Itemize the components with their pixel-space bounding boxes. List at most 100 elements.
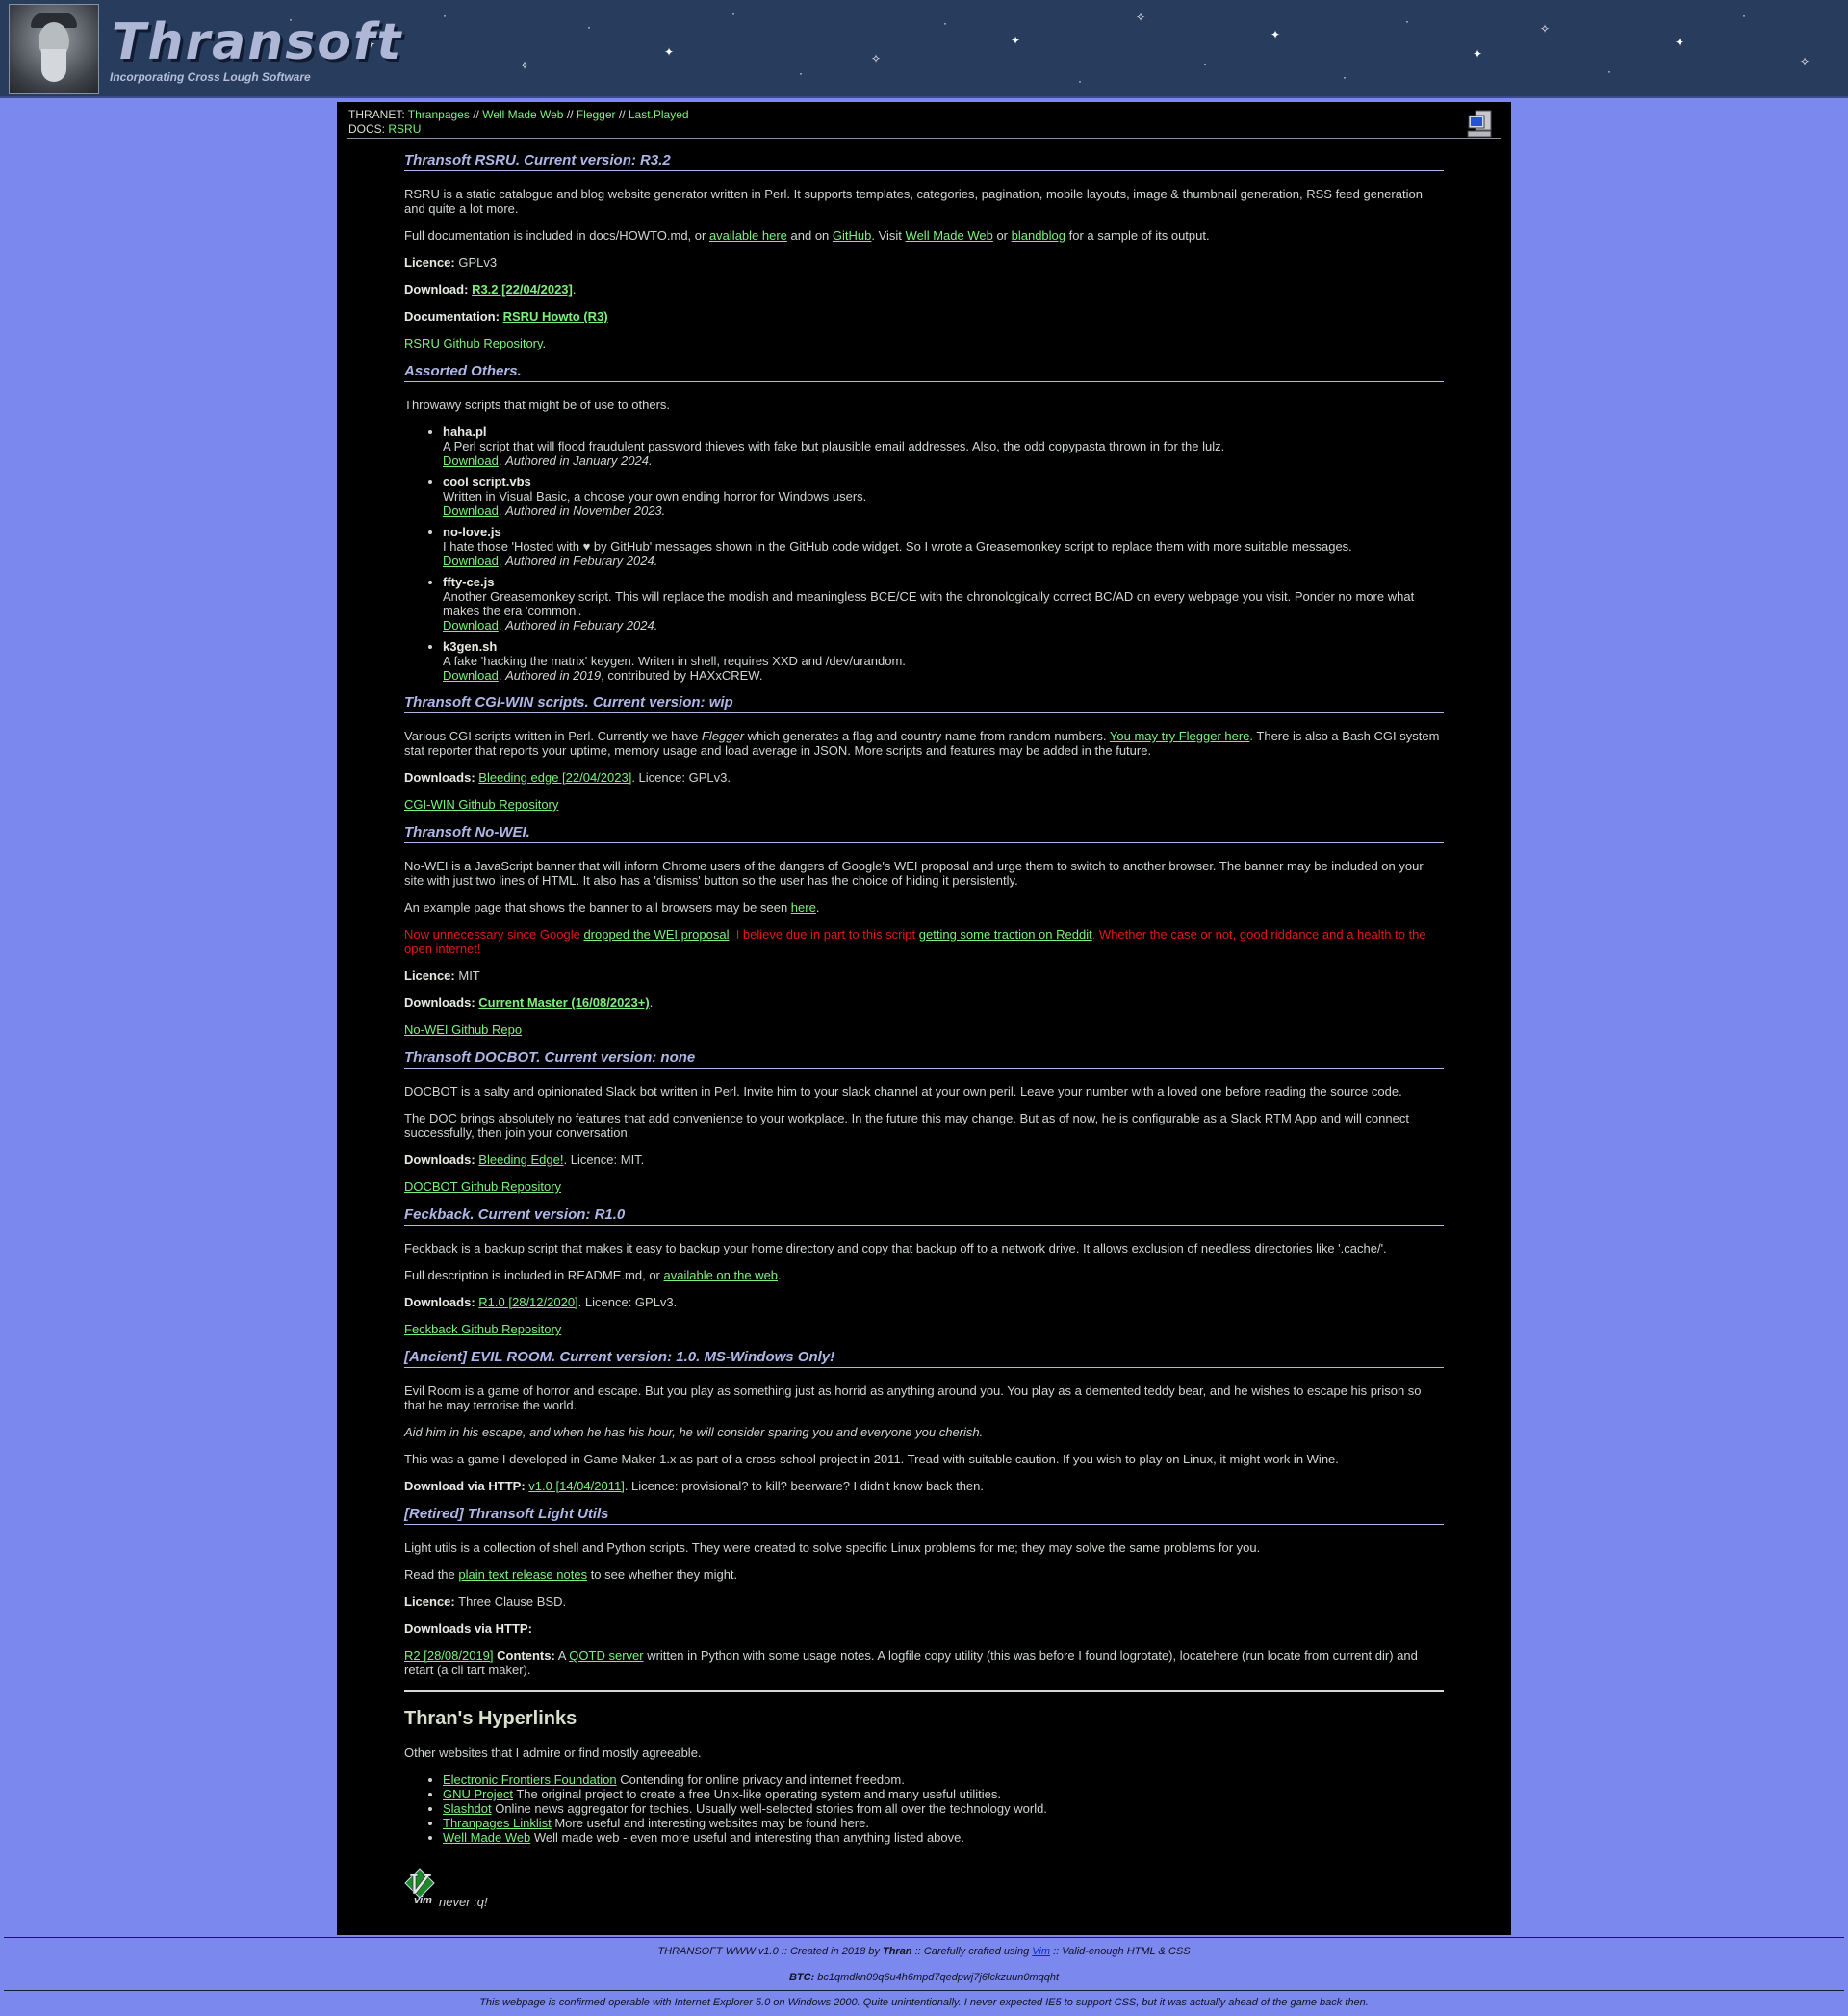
- list-item: cool script.vbs Written in Visual Basic,…: [443, 475, 1444, 518]
- rsru-repo: RSRU Github Repository.: [404, 336, 547, 350]
- script-download-link[interactable]: Download: [443, 504, 499, 518]
- feckback-download-link[interactable]: R1.0 [28/12/2020]: [478, 1295, 578, 1309]
- rsru-download: Download: R3.2 [22/04/2023].: [404, 282, 577, 297]
- slashdot-link[interactable]: Slashdot: [443, 1801, 492, 1816]
- lightutils-downloads-label: Downloads via HTTP:: [404, 1621, 532, 1636]
- rsru-repo-link[interactable]: RSRU Github Repository: [404, 336, 543, 350]
- rsru-github-link[interactable]: GitHub: [833, 228, 871, 243]
- script-name: cool script.vbs: [443, 475, 531, 489]
- script-authored: Authored in Feburary 2024.: [505, 618, 658, 633]
- nowei-example-link[interactable]: here: [791, 900, 816, 915]
- feckback-docs: Full description is included in README.m…: [404, 1268, 782, 1282]
- rsru-licence: Licence: GPLv3: [404, 255, 498, 270]
- lightutils-heading: [Retired] Thransoft Light Utils: [404, 1506, 1444, 1525]
- nav-separator: //: [618, 108, 626, 121]
- docbot-features: The DOC brings absolutely no features th…: [404, 1111, 1409, 1140]
- feckback-downloads: Downloads: R1.0 [28/12/2020]. Licence: G…: [404, 1295, 678, 1309]
- thranpages-linklist-link[interactable]: Thranpages Linklist: [443, 1816, 552, 1830]
- script-authored: Authored in Feburary 2024.: [505, 554, 658, 568]
- vim-badge: vim never :q!: [404, 1868, 1444, 1916]
- well-made-web-link[interactable]: Well Made Web: [443, 1830, 530, 1845]
- script-name: no-love.js: [443, 525, 501, 539]
- list-item: Well Made Web Well made web - even more …: [443, 1830, 1444, 1845]
- script-description: Written in Visual Basic, a choose your o…: [443, 489, 867, 504]
- rsru-well-made-web-link[interactable]: Well Made Web: [906, 228, 993, 243]
- vim-logo-text: vim: [414, 1895, 432, 1906]
- feckback-heading: Feckback. Current version: R1.0: [404, 1206, 1444, 1226]
- evilroom-heading: [Ancient] EVIL ROOM. Current version: 1.…: [404, 1349, 1444, 1368]
- nav-link-flegger[interactable]: Flegger: [577, 108, 616, 121]
- nav-link-well-made-web[interactable]: Well Made Web: [482, 108, 563, 121]
- nav-link-rsru[interactable]: RSRU: [388, 122, 421, 136]
- eff-link[interactable]: Electronic Frontiers Foundation: [443, 1772, 617, 1787]
- script-authored: Authored in November 2023.: [505, 504, 666, 518]
- script-download-link[interactable]: Download: [443, 554, 499, 568]
- docs-label: DOCS:: [348, 122, 386, 136]
- nowei-repo-link[interactable]: No-WEI Github Repo: [404, 1022, 522, 1037]
- cgiwin-description: Various CGI scripts written in Perl. Cur…: [404, 729, 1440, 758]
- rsru-description: RSRU is a static catalogue and blog webs…: [404, 187, 1423, 216]
- script-download-link[interactable]: Download: [443, 618, 499, 633]
- docbot-description: DOCBOT is a salty and opinionated Slack …: [404, 1084, 1402, 1098]
- site-banner: · ✦ · ✧ · ✦ · · ✧ · ✦ · ✧ · ✦ · · ✦ ✧ · …: [0, 0, 1848, 98]
- footer-vim-link[interactable]: Vim: [1032, 1946, 1050, 1957]
- evilroom-download-link[interactable]: v1.0 [14/04/2011]: [528, 1479, 625, 1493]
- assorted-script-list: haha.pl A Perl script that will flood fr…: [404, 425, 1444, 683]
- rsru-heading: Thransoft RSRU. Current version: R3.2: [404, 152, 1444, 171]
- qotd-server-link[interactable]: QOTD server: [569, 1648, 643, 1663]
- docbot-repo-link[interactable]: DOCBOT Github Repository: [404, 1179, 561, 1194]
- script-description: Another Greasemonkey script. This will r…: [443, 589, 1415, 618]
- feckback-repo: Feckback Github Repository: [404, 1322, 1444, 1336]
- footer-compat-note: This webpage is confirmed operable with …: [479, 1997, 1369, 2008]
- cgiwin-repo-link[interactable]: CGI-WIN Github Repository: [404, 797, 558, 812]
- nav-link-last-played[interactable]: Last.Played: [629, 108, 689, 121]
- script-name: ffty-ce.js: [443, 575, 495, 589]
- lightutils-description: Light utils is a collection of shell and…: [404, 1540, 1261, 1555]
- list-item: Slashdot Online news aggregator for tech…: [443, 1801, 1444, 1816]
- reddit-traction-link[interactable]: getting some traction on Reddit: [919, 927, 1092, 942]
- rsru-documentation: Documentation: RSRU Howto (R3): [404, 309, 608, 323]
- rsru-blandblog-link[interactable]: blandblog: [1012, 228, 1065, 243]
- list-item: no-love.js I hate those 'Hosted with ♥ b…: [443, 525, 1444, 568]
- thranet-nav-row: THRANET: Thranpages // Well Made Web // …: [348, 108, 689, 122]
- footer-btc: BTC: bc1qmdkn09q6u4h6mpd7qedpwj7j6lckzuu…: [788, 1972, 1060, 1983]
- cgiwin-download-link[interactable]: Bleeding edge [22/04/2023]: [478, 770, 631, 785]
- nowei-licence: Licence: MIT: [404, 969, 480, 983]
- script-download-link[interactable]: Download: [443, 453, 499, 468]
- nowei-description: No-WEI is a JavaScript banner that will …: [404, 859, 1424, 888]
- feckback-repo-link[interactable]: Feckback Github Repository: [404, 1322, 561, 1336]
- release-notes-link[interactable]: plain text release notes: [458, 1567, 587, 1582]
- feckback-web-link[interactable]: available on the web: [664, 1268, 779, 1282]
- vim-logo-icon[interactable]: vim: [404, 1868, 435, 1906]
- vim-caption: never :q!: [439, 1895, 488, 1909]
- script-download-link[interactable]: Download: [443, 668, 499, 683]
- feckback-description: Feckback is a backup script that makes i…: [404, 1241, 1387, 1255]
- docbot-repo: DOCBOT Github Repository: [404, 1179, 1444, 1194]
- docbot-heading: Thransoft DOCBOT. Current version: none: [404, 1049, 1444, 1069]
- docbot-downloads: Downloads: Bleeding Edge!. Licence: MIT.: [404, 1152, 645, 1167]
- evilroom-quote: Aid him in his escape, and when he has h…: [404, 1425, 984, 1439]
- cgiwin-repo: CGI-WIN Github Repository: [404, 797, 1444, 812]
- nowei-download-link[interactable]: Current Master (16/08/2023+): [478, 995, 649, 1010]
- nowei-downloads: Downloads: Current Master (16/08/2023+).: [404, 995, 654, 1010]
- try-flegger-link[interactable]: You may try Flegger here: [1110, 729, 1249, 743]
- portrait-logo-image: [9, 4, 99, 94]
- docbot-download-link[interactable]: Bleeding Edge!: [478, 1152, 563, 1167]
- evilroom-description: Evil Room is a game of horror and escape…: [404, 1383, 1422, 1412]
- gnu-link[interactable]: GNU Project: [443, 1787, 513, 1801]
- footer-credits: THRANSOFT WWW v1.0 :: Created in 2018 by…: [657, 1946, 1191, 1957]
- dropped-wei-link[interactable]: dropped the WEI proposal: [583, 927, 729, 942]
- hyperlinks-intro: Other websites that I admire or find mos…: [404, 1745, 702, 1760]
- footer-divider: [4, 1990, 1844, 1991]
- content-column: Thransoft RSRU. Current version: R3.2 RS…: [404, 152, 1444, 1916]
- rsru-available-here-link[interactable]: available here: [709, 228, 787, 243]
- list-item: GNU Project The original project to crea…: [443, 1787, 1444, 1801]
- list-item: Electronic Frontiers Foundation Contendi…: [443, 1772, 1444, 1787]
- nav-link-thranpages[interactable]: Thranpages: [408, 108, 470, 121]
- lightutils-r2-link[interactable]: R2 [28/08/2019]: [404, 1648, 494, 1663]
- rsru-howto-link[interactable]: RSRU Howto (R3): [503, 309, 608, 323]
- list-item: ffty-ce.js Another Greasemonkey script. …: [443, 575, 1444, 633]
- rsru-download-link[interactable]: R3.2 [22/04/2023]: [472, 282, 573, 297]
- computer-icon[interactable]: [1467, 110, 1494, 139]
- script-name: k3gen.sh: [443, 639, 498, 654]
